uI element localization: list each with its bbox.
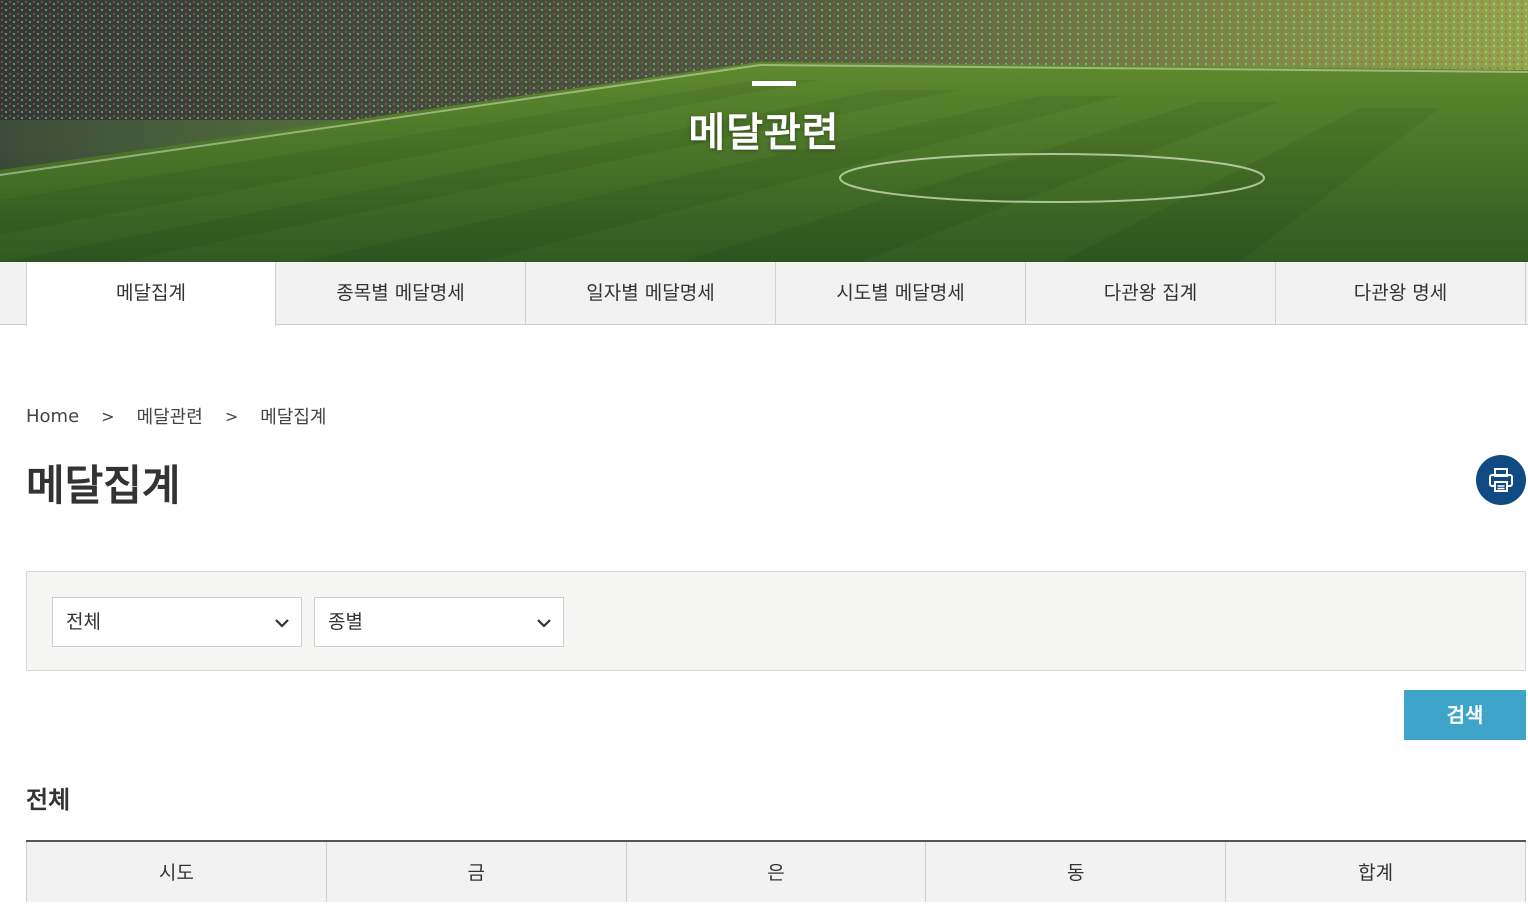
table-header-row: 시도 금 은 동 합계 [26, 842, 1526, 902]
tab-multi-medalist-details[interactable]: 다관왕 명세 [1276, 262, 1526, 325]
region-select[interactable]: 전체 [52, 597, 302, 647]
breadcrumb-separator: > [224, 406, 239, 426]
medal-table: 시도 금 은 동 합계 [26, 840, 1526, 902]
tab-medals-by-event[interactable]: 종목별 메달명세 [276, 262, 526, 325]
column-header-region: 시도 [26, 842, 327, 902]
column-header-gold: 금 [327, 842, 627, 902]
breadcrumb-section[interactable]: 메달관련 [137, 403, 203, 429]
result-section-title: 전체 [26, 786, 71, 814]
search-filter-panel: 전체 종별 [26, 571, 1526, 671]
region-select-value: 전체 [66, 611, 101, 633]
type-select[interactable]: 종별 [314, 597, 564, 647]
breadcrumb-home[interactable]: Home [26, 406, 79, 427]
breadcrumb-current: 메달집계 [260, 407, 327, 428]
soccer-field-image [0, 62, 1528, 262]
print-button[interactable] [1476, 455, 1526, 505]
tab-multi-medalist-summary[interactable]: 다관왕 집계 [1026, 262, 1276, 325]
column-header-bronze: 동 [926, 842, 1227, 902]
page-title: 메달집계 [26, 461, 181, 510]
column-header-silver: 은 [627, 842, 927, 902]
type-select-value: 종별 [328, 611, 363, 633]
banner-title: 메달관련 [688, 110, 840, 156]
tab-medals-by-date[interactable]: 일자별 메달명세 [526, 262, 776, 325]
breadcrumb: Home > 메달관련 > 메달집계 [26, 403, 326, 429]
chevron-down-icon [537, 619, 551, 628]
tab-medals-by-region[interactable]: 시도별 메달명세 [776, 262, 1026, 325]
breadcrumb-separator: > [101, 406, 115, 426]
hero-banner: 메달관련 [0, 0, 1528, 262]
column-header-total: 합계 [1226, 842, 1526, 902]
printer-icon [1489, 468, 1513, 492]
tab-medal-summary[interactable]: 메달집계 [26, 262, 276, 326]
sub-navigation-tabs: 메달집계 종목별 메달명세 일자별 메달명세 시도별 메달명세 다관왕 집계 다… [0, 262, 1528, 326]
search-button[interactable]: 검색 [1404, 690, 1526, 740]
chevron-down-icon [275, 619, 289, 628]
banner-dash [752, 81, 796, 86]
